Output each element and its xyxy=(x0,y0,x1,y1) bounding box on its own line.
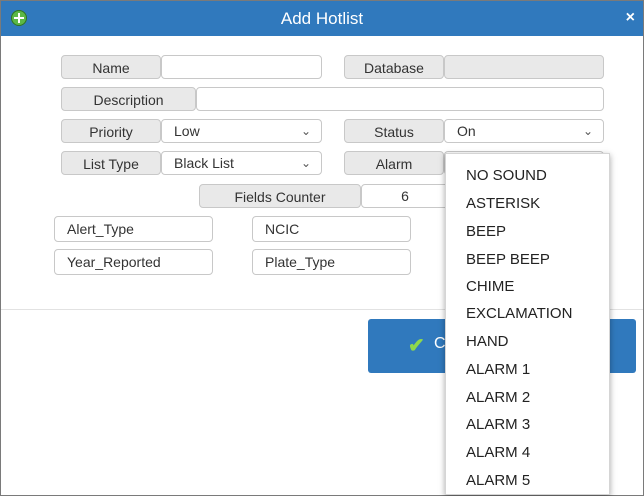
priority-label: Priority xyxy=(61,119,161,143)
dropdown-option[interactable]: CHIME xyxy=(466,277,514,297)
chevron-down-icon: ⌄ xyxy=(300,156,311,170)
dropdown-option[interactable]: NO SOUND xyxy=(466,166,547,186)
fields-counter-value[interactable]: 6 xyxy=(361,184,449,208)
list-type-select[interactable]: Black List ⌄ xyxy=(161,151,322,175)
checkmark-icon: ✔ xyxy=(408,335,425,357)
dropdown-option[interactable]: ALARM 4 xyxy=(466,443,530,463)
database-label: Database xyxy=(344,55,444,79)
close-icon[interactable]: × xyxy=(626,9,635,27)
description-label: Description xyxy=(61,87,196,111)
field-item[interactable]: Alert_Type xyxy=(54,216,213,242)
status-label: Status xyxy=(344,119,444,143)
dropdown-option[interactable]: ALARM 5 xyxy=(466,471,530,491)
dropdown-option[interactable]: EXCLAMATION xyxy=(466,304,572,324)
description-input[interactable] xyxy=(196,87,604,111)
dropdown-option[interactable]: ASTERISK xyxy=(466,194,540,214)
database-input xyxy=(444,55,604,79)
name-label: Name xyxy=(61,55,161,79)
dropdown-option[interactable]: HAND xyxy=(466,332,509,352)
status-value: On xyxy=(457,123,476,139)
field-item[interactable]: NCIC xyxy=(252,216,411,242)
chevron-down-icon: ⌄ xyxy=(300,124,311,138)
chevron-down-icon: ⌄ xyxy=(582,124,593,138)
field-item[interactable]: Plate_Type xyxy=(252,249,411,275)
list-type-value: Black List xyxy=(174,155,234,171)
add-hotlist-dialog: Add Hotlist × Name Database Description … xyxy=(0,0,644,496)
fields-counter-label: Fields Counter xyxy=(199,184,361,208)
dropdown-option[interactable]: BEEP BEEP xyxy=(466,250,550,270)
dialog-title: Add Hotlist xyxy=(280,9,364,28)
dropdown-option[interactable]: ALARM 3 xyxy=(466,415,530,435)
alarm-label: Alarm xyxy=(344,151,444,175)
ok-button-label: C xyxy=(434,335,446,352)
dropdown-option[interactable]: BEEP xyxy=(466,222,506,242)
name-input[interactable] xyxy=(161,55,322,79)
priority-select[interactable]: Low ⌄ xyxy=(161,119,322,143)
dropdown-option[interactable]: ALARM 2 xyxy=(466,388,530,408)
alarm-dropdown-list: NO SOUND ASTERISK BEEP BEEP BEEP CHIME E… xyxy=(445,153,610,495)
priority-value: Low xyxy=(174,123,200,139)
list-type-label: List Type xyxy=(61,151,161,175)
dropdown-option[interactable]: ALARM 1 xyxy=(466,360,530,380)
field-item[interactable]: Year_Reported xyxy=(54,249,213,275)
status-select[interactable]: On ⌄ xyxy=(444,119,604,143)
title-bar: Add Hotlist × xyxy=(1,1,643,36)
